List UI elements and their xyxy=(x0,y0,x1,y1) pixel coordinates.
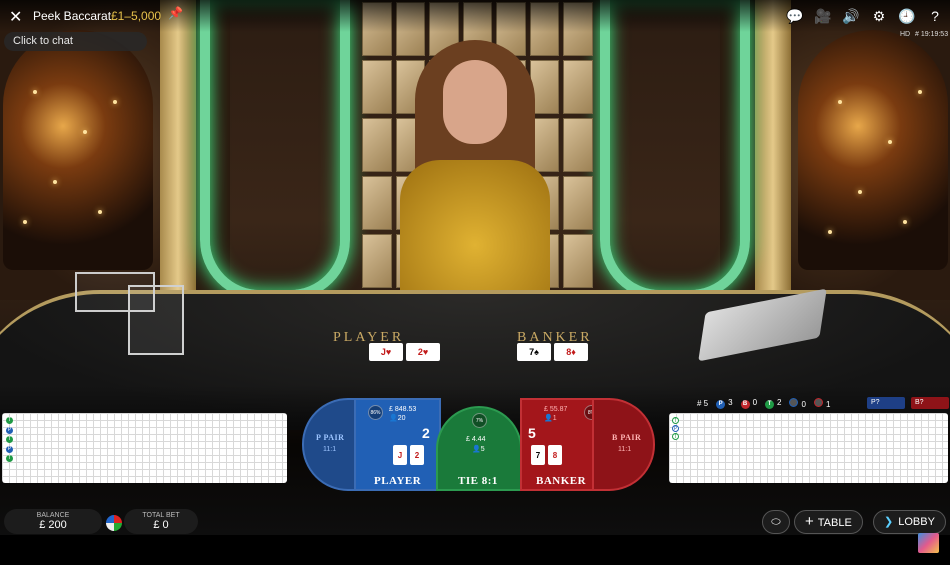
banker-mini-card-1: 7 xyxy=(531,445,545,465)
tie-stat: T2 xyxy=(765,398,781,409)
player-bet-spot[interactable]: 86% £ 848.53 👤20 2 J 2 PLAYER xyxy=(354,398,441,491)
chat-bubbles-icon[interactable]: 💬 xyxy=(786,7,804,25)
settings-icon[interactable]: ⚙ xyxy=(870,7,888,25)
betting-area: P PAIR 11:1 86% £ 848.53 👤20 2 J 2 PLAYE… xyxy=(302,398,655,491)
video-camera-icon[interactable]: 🎥 xyxy=(814,7,832,25)
right-sparkle-panel xyxy=(798,30,948,270)
roadmap-right-marker: P xyxy=(672,425,679,432)
banker-wins-stat: B0 xyxy=(740,398,757,409)
player-mini-card-2: 2 xyxy=(410,445,424,465)
left-sparkle-panel xyxy=(3,30,153,270)
history-icon[interactable]: 🕘 xyxy=(898,7,916,25)
volume-icon[interactable]: 🔊 xyxy=(842,7,860,25)
roadmap-right[interactable] xyxy=(669,413,948,483)
b-pair-odds: 11:1 xyxy=(618,446,632,453)
banker-score: 5 xyxy=(528,425,536,441)
roadmap-left[interactable] xyxy=(2,413,287,483)
game-stage: PLAYER BANKER J♥ 2♥ 7♠ 8♦ ✕ Peek Baccarat £… xyxy=(0,0,950,565)
roadmap-left-marker: T xyxy=(6,436,13,443)
player-spot-label: PLAYER xyxy=(374,475,422,487)
roadmap-left-marker: T xyxy=(6,417,13,424)
tie-percent: 7% xyxy=(472,413,487,428)
player-pair-stat: 0 xyxy=(789,398,806,409)
help-icon[interactable]: ? xyxy=(926,7,944,25)
balance-value: £ 200 xyxy=(39,519,67,531)
tie-bettors: 👤5 xyxy=(472,446,485,453)
b-pair-label: B PAIR xyxy=(612,433,642,442)
banker-pair-stat: 1 xyxy=(813,398,830,409)
dealer xyxy=(375,40,575,330)
video-quality: HD xyxy=(900,31,911,38)
chevron-right-icon: ❯ xyxy=(884,516,894,528)
tie-amount: £ 4.44 xyxy=(466,436,486,443)
banker-mini-card-2: 8 xyxy=(548,445,562,465)
footer-strip xyxy=(0,535,950,565)
balance-display: BALANCE £ 200 xyxy=(4,509,102,534)
table-button-label: TABLE xyxy=(817,517,852,529)
total-bet-value: £ 0 xyxy=(153,519,169,531)
discard-holder xyxy=(128,285,184,355)
balance-label: BALANCE xyxy=(36,512,70,519)
dealer-face xyxy=(443,60,507,144)
p-pair-label: P PAIR xyxy=(316,433,345,442)
banker-bettors: 👤1 xyxy=(544,415,557,422)
close-icon[interactable]: ✕ xyxy=(9,7,22,27)
lobby-button-label: LOBBY xyxy=(898,516,935,528)
right-pillar xyxy=(755,0,791,300)
total-bet-display: TOTAL BET £ 0 xyxy=(124,509,198,534)
top-right-controls: 💬 🎥 🔊 ⚙ 🕘 ? xyxy=(786,7,944,25)
player-bettors: 👤20 xyxy=(389,415,406,422)
player-table-card: 2♥ xyxy=(406,343,440,361)
predict-player-button[interactable]: P? xyxy=(867,397,905,409)
player-mini-card-1: J xyxy=(393,445,407,465)
stats-bar: # 5 P3 B0 T2 0 1 xyxy=(697,398,830,409)
banker-table-card: 8♦ xyxy=(554,343,588,361)
lobby-button[interactable]: ❯ LOBBY xyxy=(873,510,946,534)
player-table-card: J♥ xyxy=(369,343,403,361)
player-wins-stat: P3 xyxy=(716,398,733,409)
game-title: Peek Baccarat xyxy=(33,9,112,23)
table-limits: £1–5,000 xyxy=(111,9,162,23)
right-neon-arch xyxy=(600,0,750,300)
banker-spot-label: BANKER xyxy=(536,475,587,487)
tie-bet-spot[interactable]: 7% £ 4.44 👤5 TIE 8:1 xyxy=(436,406,522,491)
player-score: 2 xyxy=(422,425,430,441)
chip-stack-icon xyxy=(106,515,122,531)
round-id: # 19:19:53 xyxy=(915,31,949,38)
left-neon-arch xyxy=(200,0,350,300)
plus-icon: + xyxy=(805,513,814,530)
roadmap-left-marker: P xyxy=(6,426,13,434)
player-amount: £ 848.53 xyxy=(389,406,417,413)
roadmap-right-marker: T xyxy=(672,417,679,424)
chat-input[interactable]: Click to chat xyxy=(4,32,147,51)
roadmap-left-marker: T xyxy=(6,455,13,462)
total-bet-label: TOTAL BET xyxy=(142,512,180,519)
top-bar: ✕ Peek Baccarat £1–5,000 📌 💬 🎥 🔊 ⚙ 🕘 ? xyxy=(0,0,950,32)
round-count: # 5 xyxy=(697,399,709,408)
roadmap-right-marker: T xyxy=(672,433,679,440)
provider-logo xyxy=(918,533,939,553)
roadmap-left-marker: P xyxy=(6,445,13,453)
left-pillar xyxy=(160,0,196,300)
banker-table-card: 7♠ xyxy=(517,343,551,361)
banker-amount: £ 55.87 xyxy=(544,406,568,413)
player-percent: 86% xyxy=(368,405,383,420)
pin-icon[interactable]: 📌 xyxy=(168,6,183,20)
table-button[interactable]: + TABLE xyxy=(794,510,863,534)
predict-banker-button[interactable]: B? xyxy=(911,397,949,409)
chip-toggle-icon[interactable]: ⬭ xyxy=(762,510,790,534)
tie-spot-label: TIE 8:1 xyxy=(458,475,498,487)
p-pair-odds: 11:1 xyxy=(323,446,337,453)
banker-pair-spot[interactable]: B PAIR 11:1 xyxy=(592,398,655,491)
